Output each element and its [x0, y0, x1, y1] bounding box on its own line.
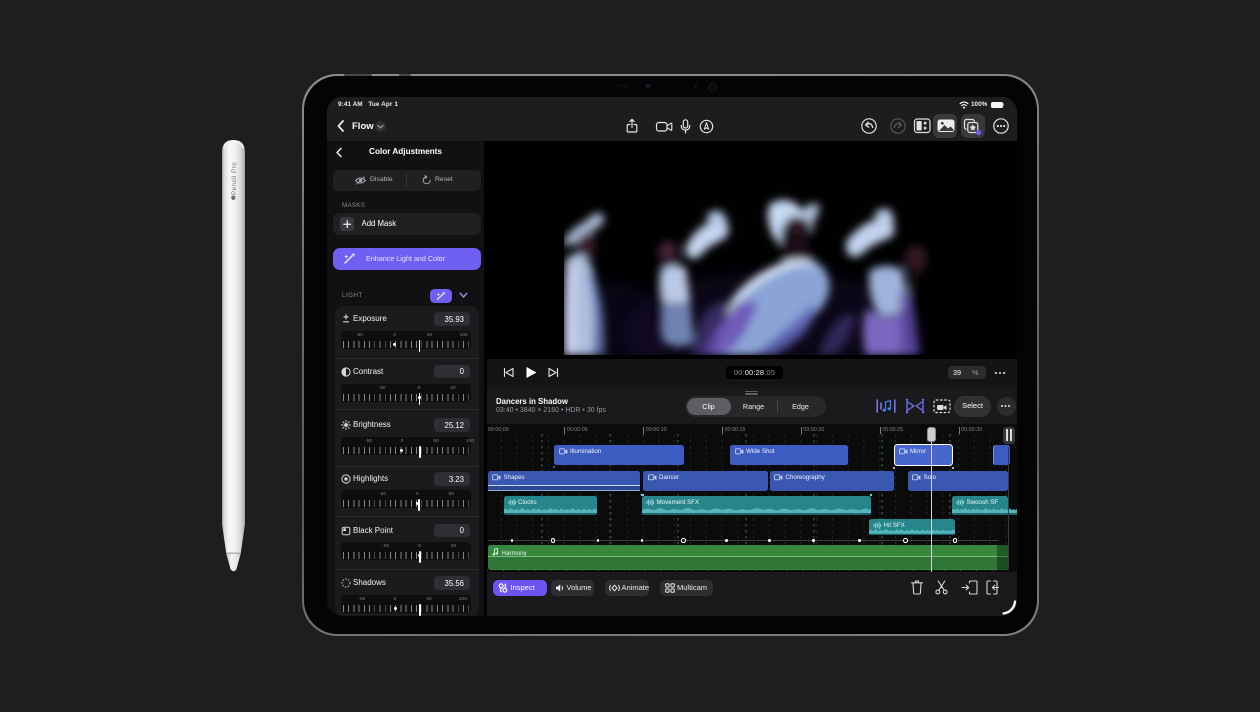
svg-text:Pencil Pro: Pencil Pro [231, 162, 238, 195]
